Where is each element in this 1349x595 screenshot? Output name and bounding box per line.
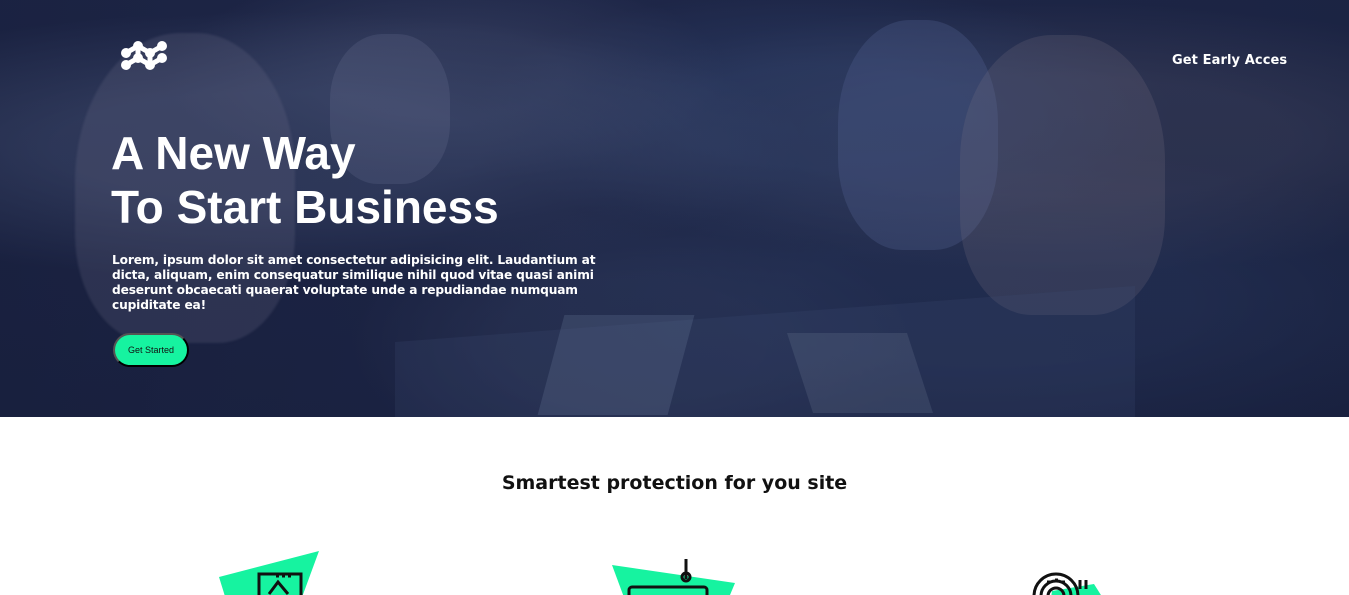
get-early-access-link[interactable]: Get Early Acces (1172, 53, 1287, 68)
get-started-button[interactable]: Get Started (113, 333, 189, 367)
router-icon (612, 559, 735, 595)
monitor-icon (219, 551, 319, 595)
hero-title-line-2: To Start Business (111, 181, 499, 233)
background-laptop (787, 333, 933, 413)
fingerprint-icon (1032, 572, 1101, 595)
hero-title-line-1: A New Way (111, 127, 356, 179)
hero-title: A New Way To Start Business (111, 126, 499, 234)
features-title: Smartest protection for you site (501, 472, 848, 494)
network-logo-icon[interactable] (118, 41, 170, 75)
hero-section: Get Early Acces A New Way To Start Busin… (0, 0, 1349, 417)
background-laptop (537, 315, 695, 415)
hero-description: Lorem, ipsum dolor sit amet consectetur … (112, 253, 596, 312)
background-person (960, 35, 1165, 315)
features-section: Smartest protection for you site (0, 417, 1349, 595)
